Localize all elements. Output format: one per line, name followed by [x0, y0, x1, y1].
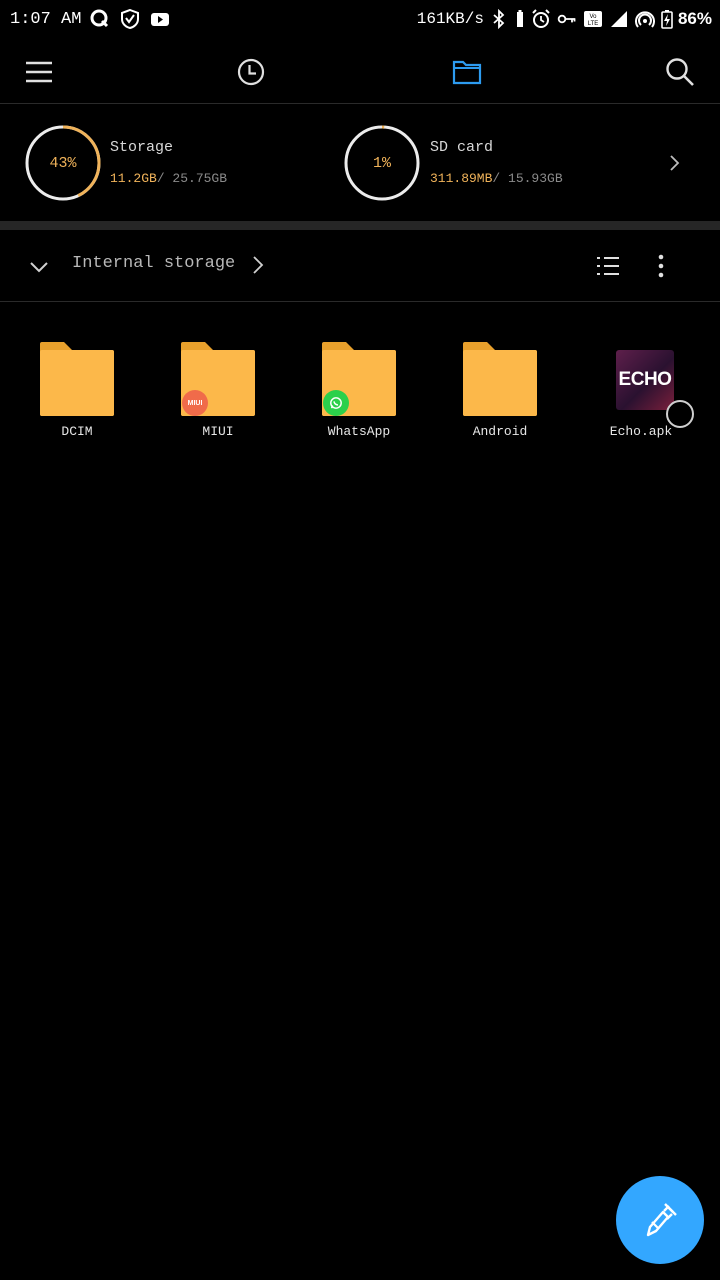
- internal-storage-used: 11.2GB: [110, 171, 157, 186]
- file-name: MIUI: [202, 424, 234, 439]
- chevron-right-icon[interactable]: [664, 153, 684, 173]
- list-view-icon[interactable]: [594, 252, 622, 280]
- sd-card-ring: 1%: [344, 125, 420, 201]
- file-name: Android: [472, 424, 528, 439]
- search-button[interactable]: [660, 52, 700, 92]
- folder-icon: [452, 60, 482, 85]
- hotspot-icon: [634, 8, 656, 30]
- whatsapp-badge-icon: [323, 390, 349, 416]
- file-name: DCIM: [61, 424, 93, 439]
- file-tile-echo-apk[interactable]: ECHO Echo.apk: [581, 336, 701, 446]
- file-tile-whatsapp[interactable]: WhatsApp: [299, 336, 419, 446]
- internal-storage-total: / 25.75GB: [156, 171, 228, 186]
- battery-percent: 86%: [677, 9, 712, 28]
- youtube-icon: [149, 8, 171, 30]
- sd-card-used: 311.89MB: [430, 171, 493, 186]
- volte-icon: Vo LTE: [582, 8, 604, 30]
- battery-small-icon: [514, 8, 526, 30]
- file-tile-android[interactable]: Android: [440, 336, 560, 446]
- file-tile-miui[interactable]: MIUI MIUI: [158, 336, 278, 446]
- menu-button[interactable]: [19, 52, 59, 92]
- miui-badge-icon: MIUI: [182, 390, 208, 416]
- sd-card-title: SD card: [430, 139, 494, 156]
- sd-card-total: / 15.93GB: [492, 171, 563, 186]
- alarm-icon: [530, 8, 552, 30]
- svg-text:Vo: Vo: [589, 14, 597, 20]
- sd-card-percent: 1%: [372, 154, 391, 172]
- path-bar: Internal storage: [0, 230, 720, 302]
- internal-storage-ring: 43%: [25, 125, 101, 201]
- file-grid: DCIM MIUI MIUI WhatsApp Android ECHO Ech…: [0, 336, 720, 456]
- bluetooth-icon: [488, 8, 510, 30]
- folder-icon: [320, 340, 398, 418]
- internal-storage-usage: 11.2GB/ 25.75GB: [110, 171, 227, 186]
- chevron-down-icon[interactable]: [26, 254, 52, 280]
- vpn-key-icon: [556, 8, 578, 30]
- broom-clean-icon: [646, 1203, 677, 1237]
- internal-storage-title: Storage: [110, 139, 174, 156]
- search-icon: [666, 58, 694, 86]
- apk-thumbnail: ECHO: [602, 340, 694, 428]
- files-tab[interactable]: [447, 52, 487, 92]
- hamburger-icon: [26, 61, 52, 83]
- file-tile-dcim[interactable]: DCIM: [17, 336, 137, 446]
- echo-app-icon: ECHO: [616, 350, 674, 410]
- section-divider: [0, 221, 720, 230]
- battery-charging-icon: [660, 8, 674, 30]
- clean-up-button[interactable]: [616, 1176, 704, 1264]
- breadcrumb-chevron-icon: [253, 256, 264, 274]
- storage-summary[interactable]: 43% Storage 11.2GB/ 25.75GB 1% SD card 3…: [0, 105, 720, 221]
- more-vert-icon[interactable]: [648, 252, 674, 280]
- breadcrumb-internal-storage[interactable]: Internal storage: [72, 254, 235, 273]
- sd-card-usage: 311.89MB/ 15.93GB: [430, 171, 563, 186]
- status-bar: 1:07 AM 161KB/s Vo LTE 86%: [0, 0, 720, 38]
- shield-icon: [119, 8, 141, 30]
- svg-text:LTE: LTE: [588, 21, 599, 27]
- q-app-icon: [89, 8, 111, 30]
- file-name: Echo.apk: [609, 424, 673, 439]
- signal-icon: [608, 8, 630, 30]
- recent-tab[interactable]: [231, 52, 271, 92]
- internal-storage-percent: 43%: [49, 154, 77, 172]
- top-toolbar: [0, 38, 720, 104]
- folder-icon: [38, 340, 116, 418]
- folder-icon: MIUI: [179, 340, 257, 418]
- status-time: 1:07 AM: [10, 9, 82, 29]
- net-speed: 161KB/s: [416, 10, 484, 28]
- clock-icon: [237, 58, 265, 86]
- file-name: WhatsApp: [327, 424, 391, 439]
- folder-icon: [461, 340, 539, 418]
